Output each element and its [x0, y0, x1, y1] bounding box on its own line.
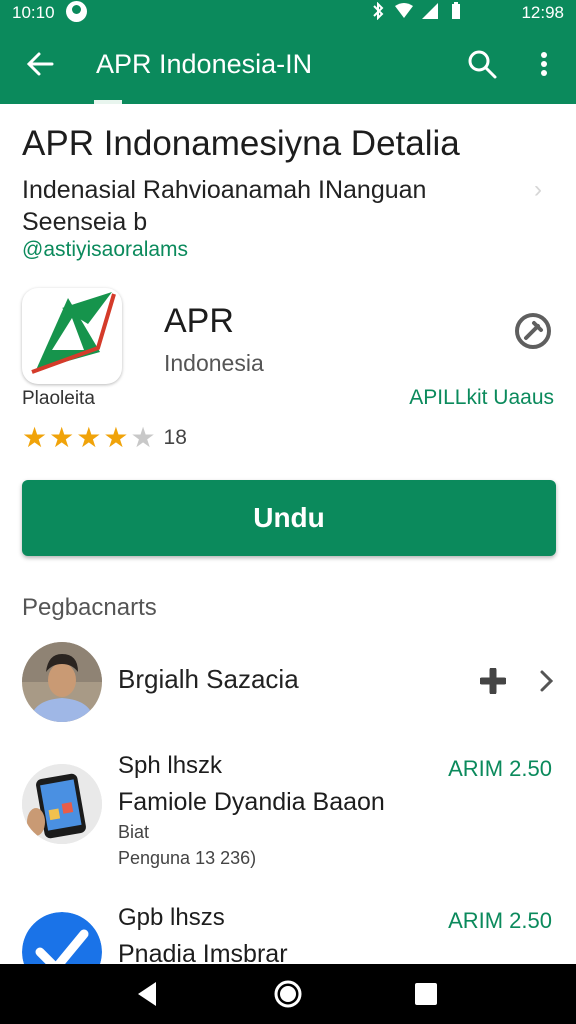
star-icon: ★ — [103, 422, 129, 453]
subtitle-line-2: Seenseia b — [22, 208, 148, 236]
developer-handle-link[interactable]: @astiyisaoralams — [22, 238, 188, 262]
item-count: Penguna 13 236) — [118, 848, 257, 868]
top-bar: 10:10 12:98 APR Indonesia-IN — [0, 0, 576, 104]
title-indicator — [94, 100, 122, 104]
phone-thumbnail-graphic — [22, 764, 102, 844]
item-title[interactable]: Gpb lhszs — [118, 904, 225, 932]
system-icons — [368, 2, 466, 20]
status-bar: 10:10 12:98 — [0, 0, 576, 28]
app-bar-title: APR Indonesia-IN — [96, 49, 313, 79]
notification-icon — [66, 1, 87, 22]
add-icon[interactable] — [480, 668, 506, 694]
star-icon: ★ — [49, 422, 75, 453]
more-options-icon[interactable] — [532, 48, 556, 80]
star-empty-icon: ★ — [130, 422, 156, 453]
subtitle-line-1: Indenasial Rahvioanamah INanguan — [22, 176, 427, 204]
nav-home-icon[interactable] — [272, 978, 304, 1010]
app-logo — [22, 288, 122, 384]
nav-recents-icon[interactable] — [410, 978, 442, 1010]
share-icon[interactable] — [514, 312, 552, 350]
avatar-graphic — [22, 642, 102, 722]
section-title: Pegbacnarts — [22, 594, 157, 621]
app-bar: APR Indonesia-IN — [0, 28, 576, 104]
item-subtitle: Famiole Dyandia Baaon — [118, 788, 385, 816]
item-price: ARIM 2.50 — [448, 908, 552, 933]
status-clock: 12:98 — [521, 3, 564, 22]
app-name: APR — [164, 302, 234, 340]
battery-icon — [452, 2, 460, 19]
app-logo-graphic — [31, 292, 116, 374]
bluetooth-icon — [373, 2, 384, 20]
user-name[interactable]: Brgialh Sazacia — [118, 664, 299, 695]
item-meta: Biat — [118, 822, 150, 842]
item-price: ARIM 2.50 — [448, 756, 552, 781]
signal-icon — [422, 3, 438, 19]
status-time: 10:10 — [12, 3, 55, 22]
chevron-right-icon[interactable] — [536, 668, 556, 694]
search-icon[interactable] — [466, 48, 498, 80]
star-icon: ★ — [76, 422, 102, 453]
system-nav-bar — [0, 964, 576, 1024]
wifi-icon — [395, 3, 413, 18]
back-arrow-icon[interactable] — [22, 46, 58, 82]
nav-back-icon[interactable] — [132, 978, 164, 1010]
app-subtitle: Indonesia — [164, 350, 264, 376]
developer-name: Plaoleita — [22, 388, 95, 409]
app-info-link[interactable]: APILLkit Uaaus — [409, 386, 554, 410]
rating-count: 18 — [163, 426, 187, 449]
install-button[interactable]: Undu — [22, 480, 556, 556]
star-icon: ★ — [22, 422, 48, 453]
page-subtitle: Indenasial Rahvioanamah INanguan Seensei… — [22, 174, 542, 238]
page-title: APR Indonamesiyna Detalia — [22, 124, 460, 163]
item-title[interactable]: Sph lhszk — [118, 752, 222, 780]
chevron-right-icon: › — [534, 176, 542, 203]
item-thumbnail[interactable] — [22, 764, 102, 844]
avatar[interactable] — [22, 642, 102, 722]
rating-stars: ★ ★ ★ ★ ★ 18 — [22, 424, 187, 452]
